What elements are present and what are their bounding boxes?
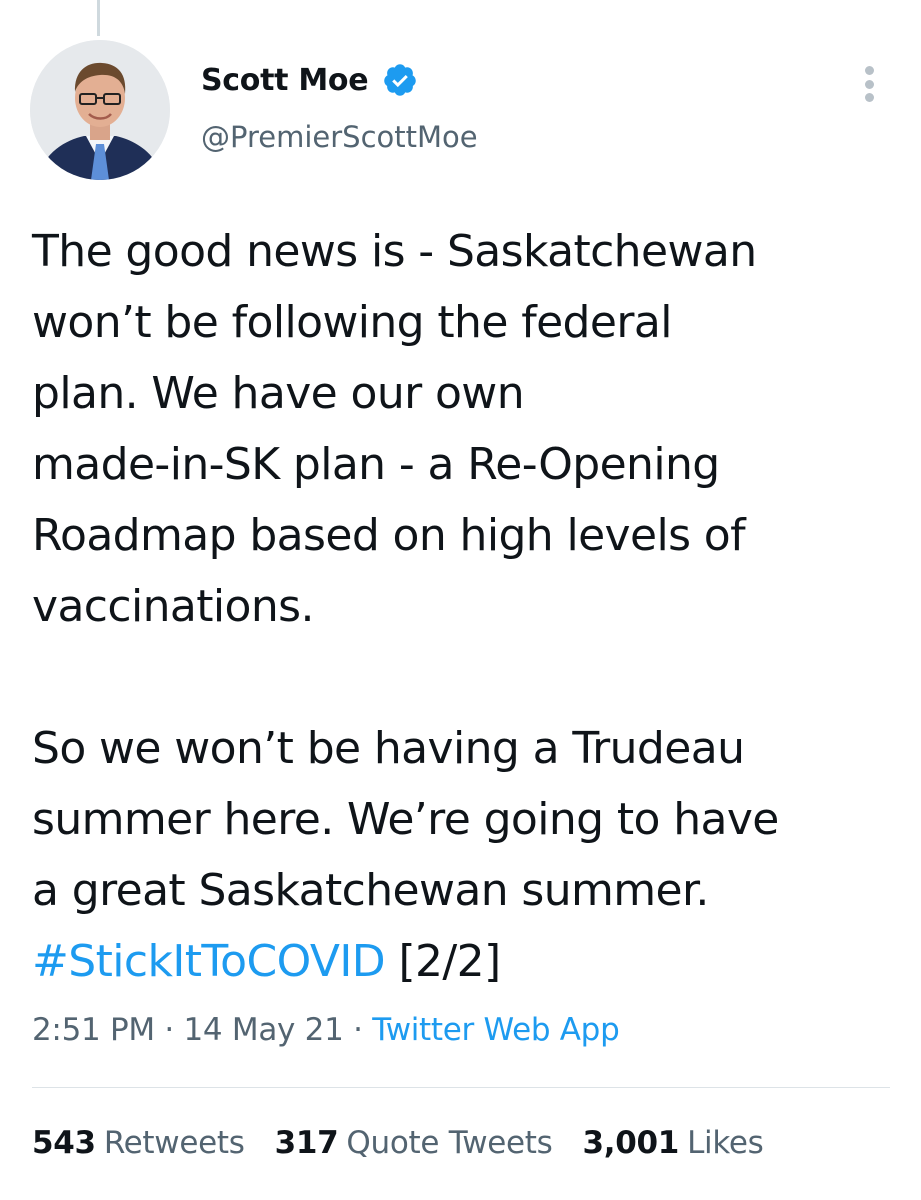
tweet-text-line: made-in-SK plan - a Re-Opening (32, 439, 720, 490)
likes-stat[interactable]: 3,001 Likes (583, 1125, 764, 1161)
engagement-stats: 543 Retweets 317 Quote Tweets 3,001 Likes (32, 1125, 764, 1161)
quote-tweets-count: 317 (274, 1125, 339, 1161)
tweet-text: The good news is - Saskatchewan won’t be… (32, 216, 902, 997)
meta-separator: · (353, 1012, 363, 1048)
quote-tweets-label: Quote Tweets (346, 1125, 553, 1161)
more-options-icon[interactable] (852, 62, 886, 106)
paragraph-break (32, 642, 902, 713)
divider (32, 1087, 890, 1088)
tweet-text-line: vaccinations. (32, 581, 314, 632)
retweets-count: 543 (32, 1125, 96, 1161)
tweet-text-line: The good news is - Saskatchewan (32, 226, 757, 277)
quote-tweets-stat[interactable]: 317 Quote Tweets (275, 1125, 553, 1161)
tweet-text-line: won’t be following the federal (32, 297, 672, 348)
retweets-label: Retweets (103, 1125, 245, 1161)
tweet-text-line: So we won’t be having a Trudeau (32, 723, 745, 774)
author-handle[interactable]: @PremierScottMoe (201, 120, 478, 154)
profile-photo (30, 40, 170, 180)
thread-marker: [2/2] (398, 936, 501, 987)
tweet-text-line: plan. We have our own (32, 368, 525, 419)
tweet-source-link[interactable]: Twitter Web App (372, 1012, 620, 1048)
tweet-metadata: 2:51 PM · 14 May 21 · Twitter Web App (32, 1012, 620, 1048)
verified-badge-icon (382, 62, 418, 98)
tweet-text-line: Roadmap based on high levels of (32, 510, 746, 561)
author-name-row[interactable]: Scott Moe (201, 58, 418, 102)
likes-label: Likes (687, 1125, 764, 1161)
likes-count: 3,001 (582, 1125, 680, 1161)
thread-connector-line (97, 0, 100, 36)
avatar[interactable] (30, 40, 170, 180)
tweet-date[interactable]: 14 May 21 (184, 1012, 344, 1048)
tweet-text-line: a great Saskatchewan summer. (32, 865, 709, 916)
tweet-text-last-line: #StickItToCOVID [2/2] (32, 926, 902, 997)
meta-separator: · (164, 1012, 174, 1048)
author-display-name[interactable]: Scott Moe (201, 63, 369, 98)
hashtag-link[interactable]: #StickItToCOVID (32, 936, 386, 987)
retweets-stat[interactable]: 543 Retweets (32, 1125, 245, 1161)
tweet-time[interactable]: 2:51 PM (32, 1012, 155, 1048)
tweet-text-line: summer here. We’re going to have (32, 794, 779, 845)
